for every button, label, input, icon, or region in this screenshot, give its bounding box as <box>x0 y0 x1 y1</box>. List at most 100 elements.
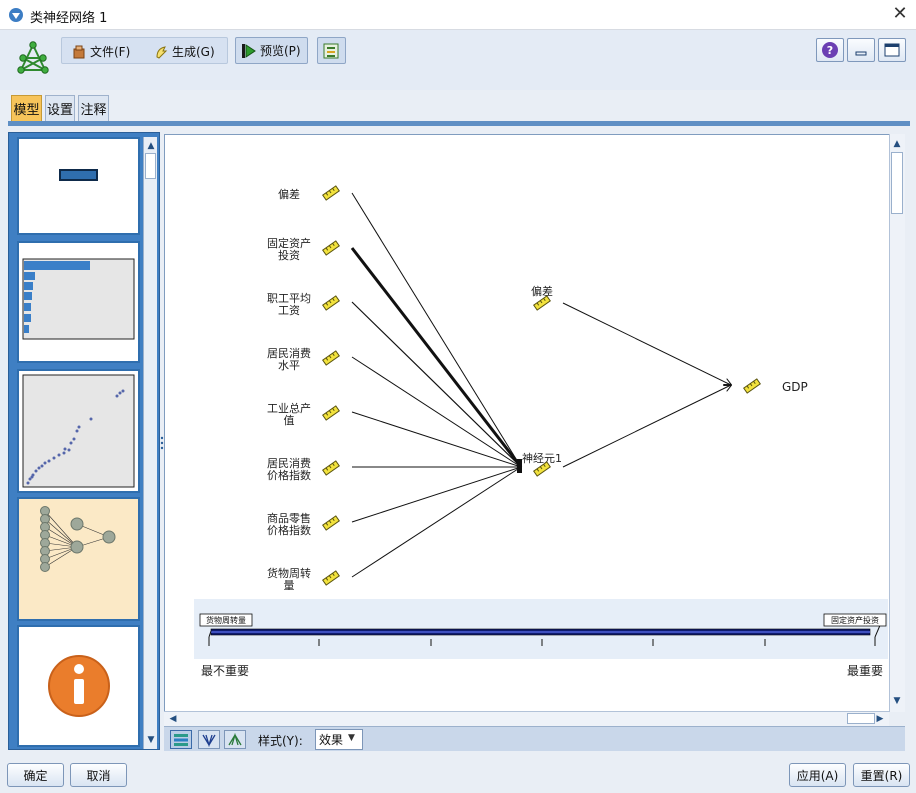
help-button[interactable]: ? <box>816 38 844 62</box>
viewer-scroll-down-icon[interactable]: ▼ <box>890 694 904 708</box>
generate-icon <box>156 45 168 59</box>
tab-model[interactable]: 模型 <box>11 95 42 121</box>
thumbnail-summary[interactable] <box>17 137 140 235</box>
bar-thumb-graphic <box>22 258 135 340</box>
file-menu-label: 文件(F) <box>90 45 131 59</box>
network-thumb-graphic <box>40 506 116 572</box>
minimize-icon <box>855 51 867 56</box>
input-node[interactable] <box>322 185 340 201</box>
play-icon <box>242 43 256 58</box>
importance-left-tag: 货物周转量 <box>206 615 246 625</box>
layers-icon <box>174 733 188 746</box>
style-label: 样式(Y): <box>258 734 303 748</box>
thumbnail-bar-chart[interactable] <box>17 241 140 363</box>
thumbnail-scrollbar[interactable]: ▲ ▼ <box>143 137 157 749</box>
thumbnail-info[interactable] <box>17 625 140 747</box>
viewer-vscroll-thumb[interactable] <box>891 152 903 214</box>
input-node-label: 商品零售 <box>267 511 311 525</box>
thumb-scroll-up-icon[interactable]: ▲ <box>144 139 158 153</box>
input-node-label: 工业总产 <box>267 401 311 415</box>
thumbnail-panel <box>8 132 160 750</box>
window-title: 类神经网络 1 <box>30 11 108 26</box>
output-node[interactable] <box>743 378 761 394</box>
importance-min-label: 最不重要 <box>201 664 249 678</box>
input-node-label: 居民消费 <box>267 456 311 470</box>
app-icon <box>9 8 23 22</box>
input-node-label: 价格指数 <box>267 468 311 482</box>
viewer-scroll-left-icon[interactable]: ◀ <box>166 712 180 726</box>
thumb-scroll-down-icon[interactable]: ▼ <box>144 733 158 747</box>
input-node-label: 偏差 <box>278 187 300 201</box>
viewer-horizontal-scrollbar[interactable]: ◀ ▶ <box>164 711 889 726</box>
input-node-label: 值 <box>284 414 295 427</box>
input-node[interactable] <box>322 240 340 256</box>
input-node[interactable] <box>322 405 340 421</box>
input-node-label: 量 <box>284 579 295 592</box>
tab-underline <box>8 121 910 126</box>
input-node[interactable] <box>322 295 340 311</box>
tab-settings[interactable]: 设置 <box>45 95 75 121</box>
input-node-label: 固定资产 <box>267 236 311 250</box>
preview-button[interactable]: 预览(P) <box>235 37 308 64</box>
input-node-label: 工资 <box>278 304 300 317</box>
input-node-label: 水平 <box>278 359 300 372</box>
view-mode-effects-button[interactable] <box>170 730 192 749</box>
info-icon <box>48 655 110 717</box>
tab-notes[interactable]: 注释 <box>78 95 109 121</box>
generate-menu[interactable]: 生成(G) <box>150 40 219 63</box>
input-node-label: 货物周转 <box>267 566 311 580</box>
input-node[interactable] <box>322 350 340 366</box>
cancel-button[interactable]: 取消 <box>70 763 127 787</box>
scatter-thumb-graphic <box>22 374 135 488</box>
close-icon[interactable]: ✕ <box>889 3 911 25</box>
maximize-icon <box>884 43 900 57</box>
export-icon <box>323 43 338 58</box>
input-node-label: 投资 <box>278 248 300 262</box>
style-select[interactable]: 效果 ▼ <box>315 729 363 750</box>
viewer-scroll-right-icon[interactable]: ▶ <box>873 712 887 726</box>
chevron-down-icon: ▼ <box>348 733 355 743</box>
svg-text:?: ? <box>827 44 833 57</box>
importance-right-tag: 固定资产投资 <box>831 615 879 625</box>
ok-button[interactable]: 确定 <box>7 763 64 787</box>
thumbnail-network[interactable] <box>17 497 140 621</box>
network-view-icon <box>202 734 216 747</box>
importance-max-label: 最重要 <box>847 664 883 678</box>
input-node[interactable] <box>322 515 340 531</box>
network-diagram: 偏差固定资产投资职工平均工资居民消费水平工业总产值居民消费价格指数商品零售价格指… <box>194 185 888 678</box>
title-bar <box>0 0 916 30</box>
file-icon <box>73 45 85 58</box>
input-layer: 偏差固定资产投资职工平均工资居民消费水平工业总产值居民消费价格指数商品零售价格指… <box>267 185 340 592</box>
viewer-hscroll-thumb[interactable] <box>847 713 875 724</box>
view-toolbar: 样式(Y): 效果 ▼ <box>164 726 905 751</box>
preview-button-label: 预览(P) <box>260 44 301 58</box>
view-mode-network-button[interactable] <box>198 730 220 749</box>
apply-button[interactable]: 应用(A) <box>789 763 846 787</box>
input-node[interactable] <box>322 570 340 586</box>
style-select-value: 效果 <box>319 733 344 747</box>
view-mode-weights-button[interactable] <box>224 730 246 749</box>
summary-thumb-graphic <box>59 169 98 181</box>
output-label: GDP <box>782 380 808 394</box>
menu-strip: 文件(F) 生成(G) <box>61 37 228 64</box>
hidden-bias-label: 偏差 <box>531 284 553 298</box>
thumb-scroll-thumb[interactable] <box>145 153 156 179</box>
viewer-scroll-up-icon[interactable]: ▲ <box>890 137 904 151</box>
file-menu[interactable]: 文件(F) <box>68 40 134 63</box>
viewer-vertical-scrollbar[interactable]: ▲ ▼ <box>889 134 905 712</box>
thumbnail-scatter[interactable] <box>17 369 140 493</box>
network-diagram-view: 偏差 固定资产 投资 职工平均 工资 居民消费 水平 工业总产值居民消费 价格指数 商品零售 价格指… <box>164 134 890 712</box>
reset-button[interactable]: 重置(R) <box>853 763 910 787</box>
maximize-button[interactable] <box>878 38 906 62</box>
minimize-button[interactable] <box>847 38 875 62</box>
hidden-neuron-label: 神经元1 <box>522 451 562 465</box>
weights-view-icon <box>228 732 242 745</box>
neural-network-icon <box>17 41 49 74</box>
generate-menu-label: 生成(G) <box>172 45 215 59</box>
export-button[interactable] <box>317 37 346 64</box>
input-node-label: 价格指数 <box>267 523 311 537</box>
hidden-bias-node[interactable] <box>533 295 551 311</box>
input-node-label: 居民消费 <box>267 346 311 360</box>
input-node[interactable] <box>322 460 340 476</box>
help-icon: ? <box>822 42 838 58</box>
